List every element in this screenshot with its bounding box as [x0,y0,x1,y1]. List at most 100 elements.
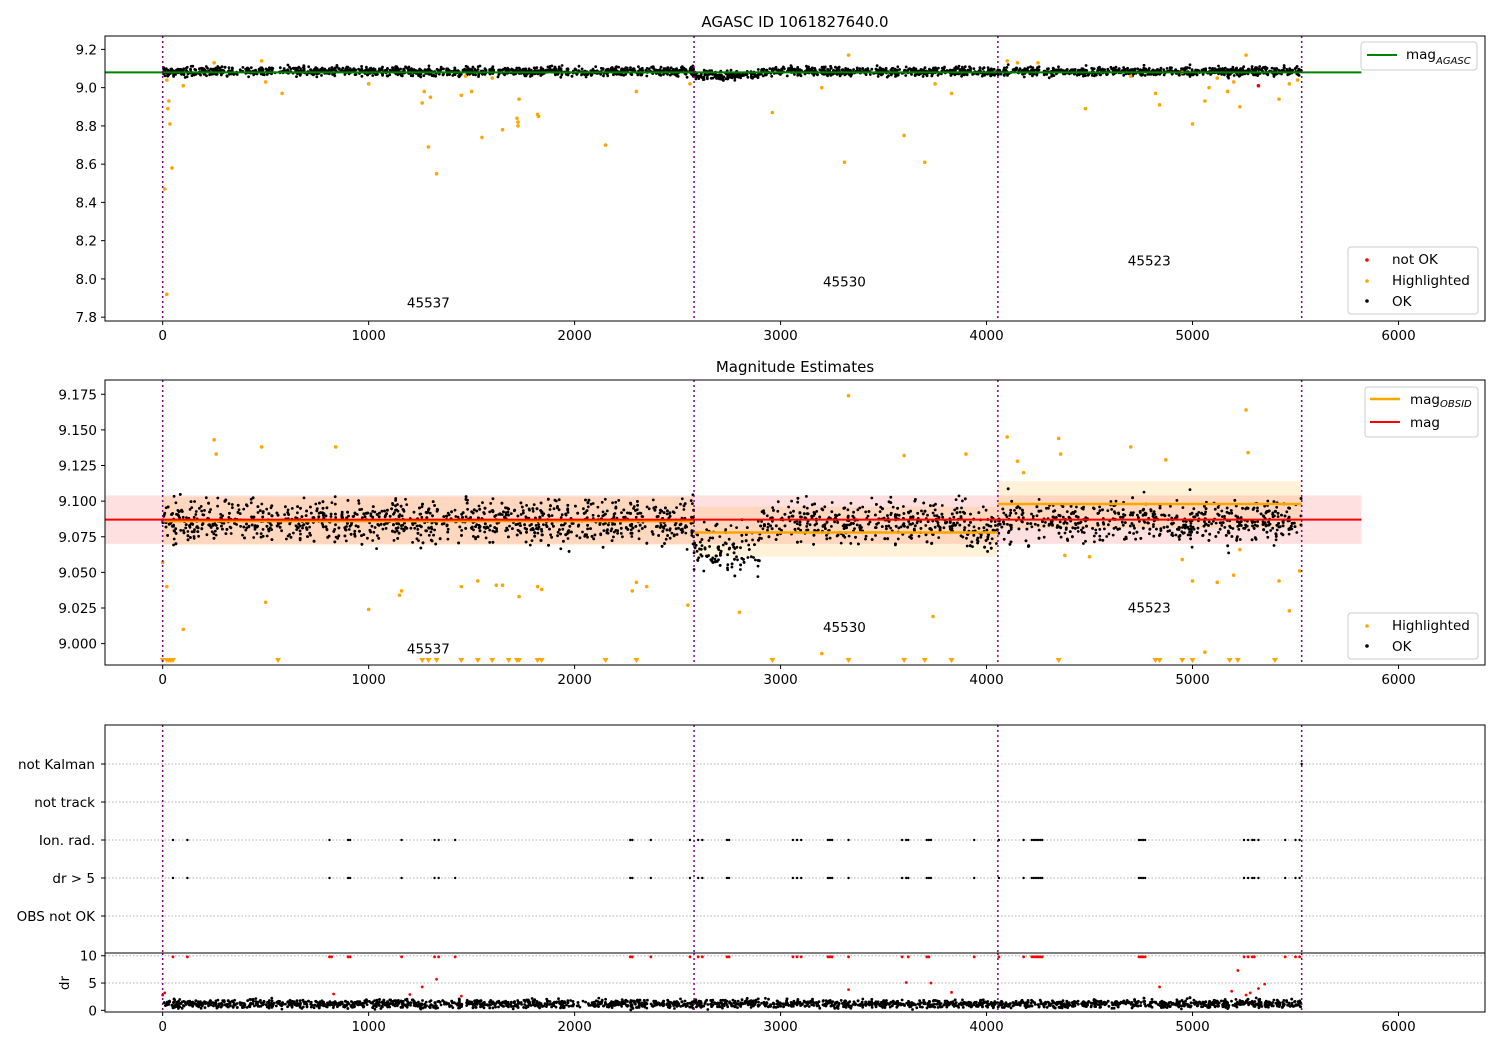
highlighted-point [634,89,639,94]
ok-point [740,557,744,560]
ok-point [220,65,224,69]
x-tick-label: 4000 [969,328,1003,344]
ok-point [967,523,971,527]
highlighted-point [517,97,521,101]
ok-point [418,512,422,516]
ok-point [560,64,564,67]
ok-point [1062,521,1066,525]
ok-point [292,531,295,535]
ok-point [797,527,800,530]
ok-point [942,526,946,530]
ok-point [1103,68,1106,71]
ok-point [605,509,609,513]
ok-point [602,522,605,526]
ok-point [955,511,959,515]
ok-point [640,515,644,518]
highlighted-point [170,166,174,170]
ok-point [754,558,757,562]
ok-point [388,73,392,77]
y-tick-label: 8.0 [76,272,97,288]
ok-point [1207,520,1211,524]
highlighted-point [1295,78,1300,82]
ok-point [586,535,589,539]
ok-point [1111,533,1115,537]
ok-point [1247,67,1250,71]
ok-point [1232,74,1236,77]
ok-point [953,508,957,512]
ok-point [685,75,689,79]
ok-point [1121,523,1125,527]
ok-point [553,65,557,69]
ok-point [537,523,540,526]
ok-point [1093,540,1096,544]
ok-point [652,67,656,71]
ok-point [1165,525,1169,529]
ok-point [530,523,533,526]
ok-point [360,67,364,71]
ok-point [264,67,268,71]
ok-point [612,73,615,77]
ok-point [1236,73,1239,77]
ok-point [1030,512,1033,516]
ok-point [355,513,359,516]
ok-point [249,501,253,505]
ok-point [1035,73,1039,77]
highlighted-point [1287,82,1292,86]
ok-point [420,505,424,509]
highlighted-point [1036,60,1040,65]
ok-point [466,507,469,511]
ok-point [1141,526,1145,530]
ok-point [878,510,882,513]
ok-point [172,524,176,528]
ok-point [990,537,994,541]
ok-point [194,510,198,513]
ok-point [1227,68,1231,72]
ok-point [231,506,234,510]
ok-point [267,529,271,533]
ok-point [268,66,271,70]
ok-point [401,523,405,527]
ok-point [1033,522,1037,526]
ok-point [599,532,603,536]
ok-point [507,507,510,511]
ok-point [376,523,380,526]
ok-point [612,535,615,539]
ok-point [721,543,725,547]
ok-point [453,73,457,76]
ok-point [431,500,435,503]
ok-point [847,534,851,538]
ok-point [655,515,659,519]
ok-point [729,524,733,527]
ok-point [1175,499,1179,502]
ok-point [184,526,188,530]
obsid-label: 45523 [1128,254,1171,270]
ok-point [926,513,929,517]
ok-point [1165,67,1169,70]
ok-point [808,523,812,527]
ok-point [617,499,621,502]
ok-point [1120,520,1124,524]
ok-point [376,534,379,537]
ok-point [972,525,976,529]
ok-point [849,74,853,78]
highlighted-point [1203,99,1207,103]
ok-point [373,526,377,529]
ok-point [265,73,269,76]
ok-point [739,546,742,550]
ok-point [763,523,766,526]
ok-point [932,66,935,70]
ok-point [943,65,946,69]
ok-point [329,512,333,516]
ok-point [870,496,874,500]
ok-point [227,516,231,519]
ok-point [422,74,426,77]
ok-point [1037,528,1041,532]
y-tick-label: 8.2 [76,234,97,250]
highlighted-point [469,89,474,94]
ok-point [190,530,194,534]
highlighted-point [1277,97,1281,101]
ok-point [442,67,445,71]
ok-point [549,533,552,537]
ok-point [1057,65,1060,69]
ok-point [849,501,853,505]
